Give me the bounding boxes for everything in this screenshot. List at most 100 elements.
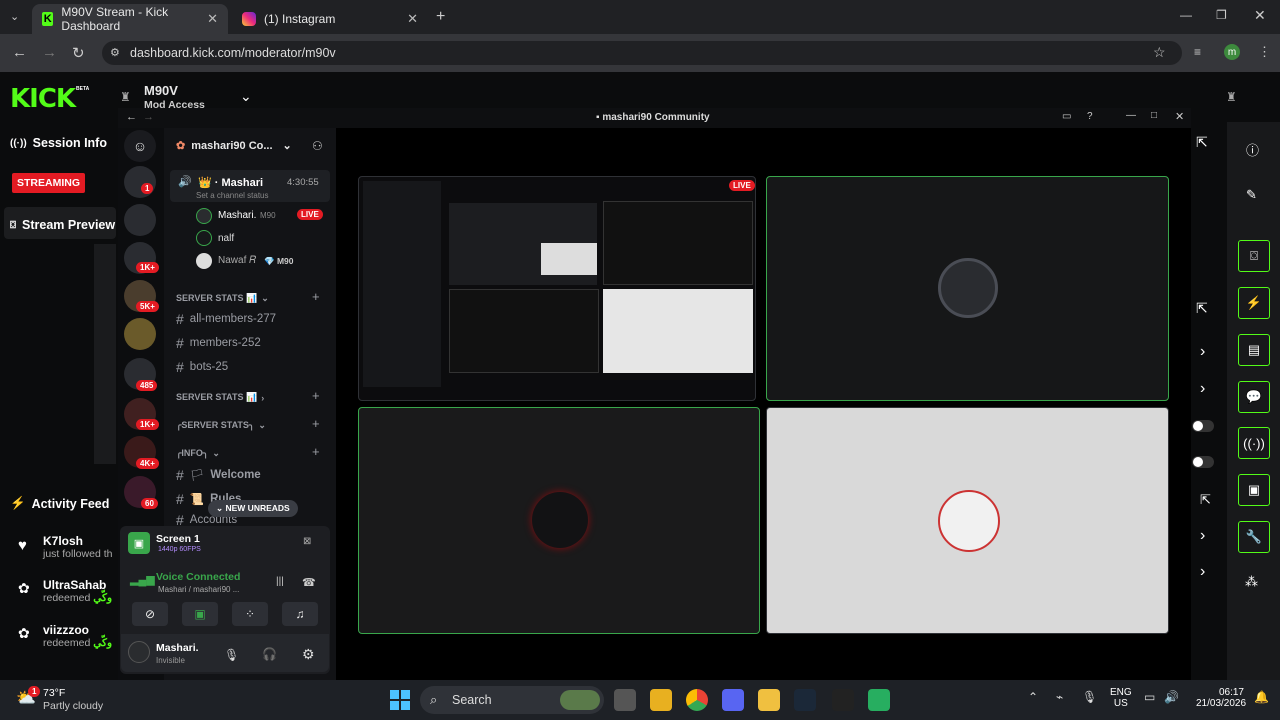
category-header[interactable]: SERVER STATS 📊 › [176, 392, 264, 403]
bookmark-star-icon[interactable]: ☆ [1153, 44, 1166, 61]
toggle-switch[interactable] [1192, 420, 1214, 432]
popout-icon[interactable]: ⇱ [1200, 492, 1211, 508]
reload-icon[interactable]: ↻ [72, 44, 85, 62]
server-icon[interactable] [124, 204, 156, 236]
chrome-icon[interactable] [686, 689, 708, 711]
category-header[interactable]: ╭INFO╮ ⌄ [176, 448, 220, 459]
restore-icon[interactable]: ❐ [1216, 8, 1227, 22]
browser-menu-icon[interactable]: ⋮ [1258, 44, 1271, 60]
chat-tool[interactable]: 💬 [1238, 381, 1270, 413]
url-field[interactable]: dashboard.kick.com/moderator/m90v [102, 41, 1182, 65]
channel-status[interactable]: Set a channel status [196, 191, 269, 200]
volume-icon[interactable]: 🔊 [1164, 690, 1179, 704]
minimize-icon[interactable]: — [1126, 110, 1136, 121]
avatar[interactable] [196, 208, 212, 224]
microphone-icon[interactable]: 🎙 [1082, 690, 1097, 704]
avatar[interactable] [128, 641, 150, 663]
channel-dropdown-icon[interactable]: ⌄ [240, 88, 252, 105]
media-control-icon[interactable]: ≡ [1194, 45, 1201, 59]
minimize-icon[interactable]: — [1180, 8, 1192, 22]
text-channel[interactable]: # bots-25 [176, 359, 228, 375]
maximize-icon[interactable]: □ [1151, 110, 1157, 121]
stream-preview-tool[interactable]: ⌼ [1238, 240, 1270, 272]
edit-icon[interactable]: ✎ [1246, 187, 1257, 203]
chevron-right-icon[interactable]: › [1200, 343, 1205, 361]
notes-tool[interactable]: ▤ [1238, 334, 1270, 366]
forward-icon[interactable]: → [143, 111, 154, 123]
notification-bell-icon[interactable]: 🔔 [1254, 690, 1269, 704]
disconnect-icon[interactable]: ☎ [302, 576, 316, 589]
add-member-icon[interactable]: ⚇ [312, 139, 323, 153]
site-info-icon[interactable]: ⚙ [110, 46, 120, 59]
member-name[interactable]: Nawaf 𝑅 [218, 255, 256, 266]
network-icon[interactable]: ⌁ [1056, 690, 1063, 704]
add-channel-icon[interactable]: + [312, 444, 320, 459]
feed-user[interactable]: K7losh [43, 534, 112, 548]
back-icon[interactable]: ← [12, 44, 27, 61]
avatar[interactable] [196, 230, 212, 246]
text-channel[interactable]: # members-252 [176, 335, 261, 351]
language-indicator[interactable]: ENG US [1110, 687, 1132, 709]
kick-mod-icon[interactable]: ♜ [1226, 90, 1237, 104]
help-icon[interactable]: ? [1087, 111, 1093, 122]
multistream-tool[interactable]: ▣ [1238, 474, 1270, 506]
microphone-icon[interactable]: 🎙 [224, 648, 239, 662]
tab-kick[interactable]: K M90V Stream - Kick Dashboard ✕ [32, 4, 228, 34]
add-channel-icon[interactable]: + [312, 289, 320, 304]
toggle-switch[interactable] [1192, 456, 1214, 468]
new-tab-icon[interactable]: + [436, 8, 445, 26]
member-name[interactable]: Mashari. [218, 210, 256, 221]
activities-button[interactable]: ⁘ [232, 602, 268, 626]
chevron-right-icon[interactable]: › [1200, 563, 1205, 581]
stop-share-icon[interactable]: ⊠ [303, 536, 311, 547]
category-header[interactable]: SERVER STATS 📊 ⌄ [176, 293, 269, 304]
feed-user[interactable]: UltraSahab [43, 578, 112, 592]
soundboard-button[interactable]: ♫ [282, 602, 318, 626]
add-channel-icon[interactable]: + [312, 388, 320, 403]
new-unreads-button[interactable]: ⌄ NEW UNREADS [208, 500, 298, 517]
tab-search-icon[interactable]: ⌄ [10, 10, 19, 23]
quick-actions-tool[interactable]: ⚡ [1238, 287, 1270, 319]
display-icon[interactable]: ▭ [1144, 690, 1155, 704]
user-name[interactable]: Mashari. [156, 642, 199, 654]
category-header[interactable]: ╭SERVER STATS╮ ⌄ [176, 420, 266, 431]
gear-icon[interactable]: ⚙ [302, 646, 315, 663]
clock[interactable]: 06:17 21/03/2026 [1196, 687, 1246, 709]
info-icon[interactable]: ⓘ [1246, 140, 1259, 159]
popout-icon[interactable]: ⇱ [1196, 134, 1208, 151]
apps-icon[interactable]: ⁂ [1245, 574, 1258, 590]
server-icon[interactable] [124, 166, 156, 198]
add-channel-icon[interactable]: + [312, 416, 320, 431]
file-explorer-icon[interactable] [650, 689, 672, 711]
profile-avatar[interactable]: m [1224, 44, 1240, 60]
headphones-icon[interactable]: 🎧 [262, 647, 277, 661]
avatar[interactable] [196, 253, 212, 269]
forward-icon[interactable]: → [42, 44, 57, 61]
feed-user[interactable]: viizzzoo [43, 623, 112, 637]
back-icon[interactable]: ← [126, 111, 137, 123]
chevron-up-icon[interactable]: ⌃ [1028, 690, 1038, 704]
windows-start-icon[interactable] [390, 690, 410, 710]
broadcast-tool[interactable]: ((·)) [1238, 427, 1270, 459]
server-header[interactable]: ✿ mashari90 Co... ⌄ [176, 139, 292, 153]
member-name[interactable]: nalf [218, 233, 234, 244]
task-view-icon[interactable] [614, 689, 636, 711]
voice-status[interactable]: Voice Connected [156, 571, 240, 583]
app-icon[interactable] [832, 689, 854, 711]
text-channel[interactable]: # 🏳 Welcome [176, 467, 261, 483]
settings-tool[interactable]: 🔧 [1238, 521, 1270, 553]
close-icon[interactable]: ✕ [407, 11, 418, 27]
app-icon[interactable] [868, 689, 890, 711]
session-info-button[interactable]: ((·)) Session Info [10, 136, 107, 150]
tab-instagram[interactable]: (1) Instagram ✕ [232, 4, 428, 34]
channel-name[interactable]: M90V [144, 83, 178, 98]
stream-tile-screen[interactable]: LIVE [358, 176, 756, 401]
weather-temp[interactable]: 73°F [43, 687, 65, 699]
stream-preview-button[interactable]: ⌼ Stream Preview [10, 218, 115, 232]
chevron-right-icon[interactable]: › [1200, 380, 1205, 398]
steam-icon[interactable] [794, 689, 816, 711]
screen-share-button[interactable]: ▣ [182, 602, 218, 626]
close-icon[interactable]: ✕ [207, 11, 218, 27]
inbox-icon[interactable]: ▭ [1062, 111, 1071, 122]
discord-app-icon[interactable] [722, 689, 744, 711]
